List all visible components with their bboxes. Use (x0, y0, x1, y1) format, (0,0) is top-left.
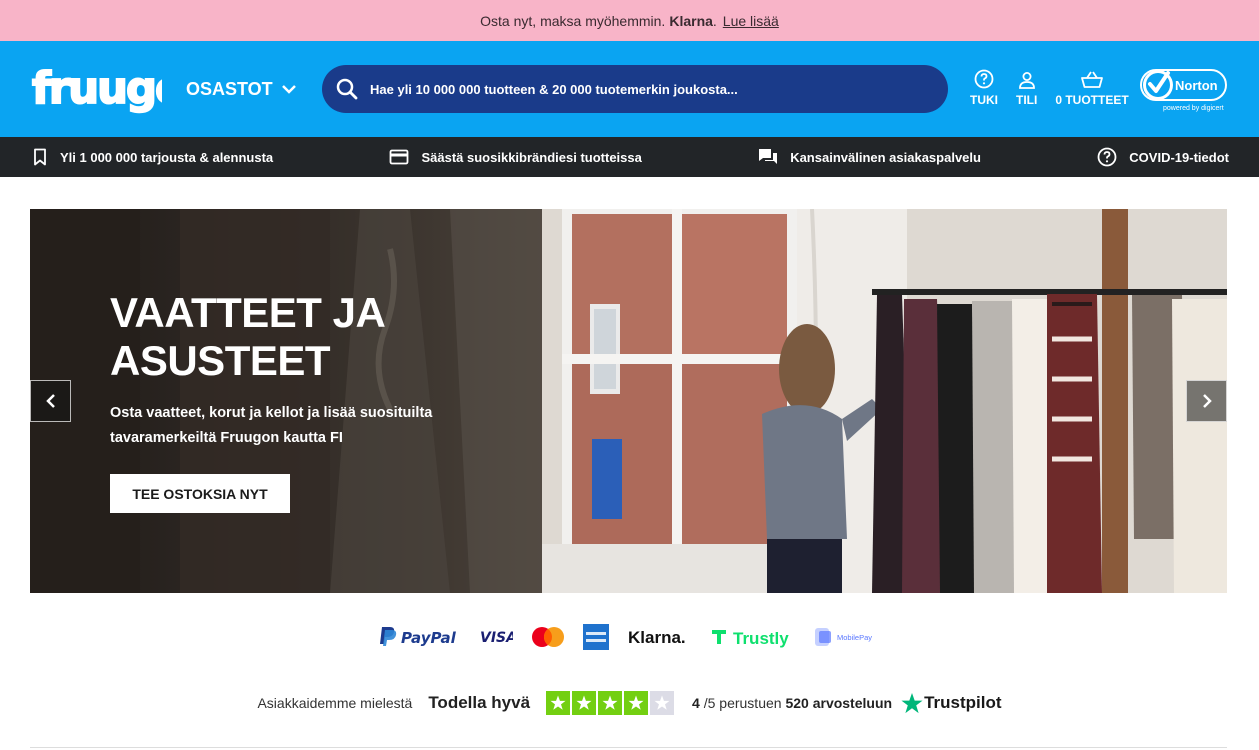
feature-brands[interactable]: Säästä suosikkibrändiesi tuotteissa (389, 149, 642, 165)
search-bar[interactable] (322, 65, 948, 113)
hero-image (542, 209, 1227, 593)
amex-logo (582, 624, 609, 650)
norton-tagline: powered by digicert (1163, 105, 1224, 112)
search-icon[interactable] (336, 78, 358, 100)
norton-name: Norton (1175, 78, 1218, 93)
feature-support-label: Kansainvälinen asiakaspalvelu (790, 149, 981, 165)
basket-label: 0 TUOTTEET (1055, 93, 1129, 107)
promo-text: Osta nyt, maksa myöhemmin. (480, 12, 666, 29)
user-icon (1018, 72, 1035, 89)
feature-covid[interactable]: COVID-19-tiedot (1097, 147, 1229, 167)
trustpilot-score-text: 4 /5 perustuen 520 arvosteluun (692, 695, 892, 711)
trustpilot-score-suffix: /5 perustuen (703, 695, 782, 711)
chevron-right-icon (1202, 394, 1212, 408)
mastercard-logo (531, 626, 565, 648)
fruugo-logo-icon: fruugo (31, 63, 162, 115)
support-label: TUKI (970, 93, 998, 107)
klarna-text: Klarna. (628, 628, 686, 647)
trustpilot-score: 4 (692, 695, 700, 711)
paypal-icon: PayPal (379, 627, 457, 647)
fruugo-logo[interactable]: fruugo (30, 57, 162, 121)
trustpilot-star-icon (901, 692, 923, 713)
trustly-icon: Trustly (711, 629, 789, 648)
mobilepay-text: MobilePay (837, 633, 872, 642)
chat-icon (759, 149, 778, 164)
klarna-icon: Klarna. (628, 628, 686, 647)
norton-logo-icon: Norton powered by digicert (1140, 69, 1227, 112)
visa-logo: VISA (479, 627, 513, 647)
trustpilot-star (572, 691, 597, 715)
trustly-logo: Trustly (711, 626, 795, 648)
basket-link[interactable]: 0 TUOTTEET (1055, 67, 1129, 107)
bookmark-icon (34, 148, 46, 166)
hero-title-line1: VAATTEET JA (110, 289, 386, 336)
paypal-text: PayPal (401, 629, 457, 647)
search-input[interactable] (370, 81, 948, 97)
hero-subtitle: Osta vaatteet, korut ja kellot ja lisää … (110, 405, 433, 446)
trustpilot-rating-word: Todella hyvä (428, 693, 531, 712)
carousel-prev-button[interactable] (30, 380, 71, 422)
trustpilot-review-suffix: arvosteluun (812, 695, 893, 711)
trustly-text: Trustly (733, 629, 789, 648)
visa-icon: VISA (480, 630, 513, 646)
amex-icon (582, 624, 609, 650)
feature-deals-label: Yli 1 000 000 tarjousta & alennusta (60, 149, 274, 165)
trustpilot-star (598, 691, 623, 715)
chevron-left-icon (45, 394, 55, 408)
card-icon (390, 149, 409, 165)
hero-title-line2: ASUSTEET (110, 337, 331, 384)
account-label: TILI (1016, 93, 1038, 107)
trustpilot-star (624, 691, 649, 715)
mastercard-icon (531, 627, 564, 647)
basket-icon (1081, 71, 1103, 88)
mobilepay-logo: MobilePay (813, 625, 881, 649)
promo-brand: Klarna (669, 12, 713, 29)
section-divider (30, 747, 1227, 748)
trustpilot-lead: Asiakkaidemme mielestä (257, 695, 413, 711)
visa-text: VISA (480, 630, 513, 646)
departments-menu[interactable]: OSASTOT (186, 79, 297, 100)
hero-text-panel: VAATTEET JA ASUSTEET Osta vaatteet, koru… (30, 209, 542, 593)
feature-brands-label: Säästä suosikkibrändiesi tuotteissa (421, 149, 642, 165)
hero-title: VAATTEET JA ASUSTEET (110, 289, 386, 385)
support-link[interactable]: TUKI (970, 67, 998, 107)
logo-text: fruugo (32, 64, 162, 114)
klarna-logo: Klarna. (627, 626, 693, 648)
promo-period: . (712, 12, 717, 29)
feature-deals[interactable]: Yli 1 000 000 tarjousta & alennusta (32, 148, 273, 166)
promo-learn-more-link[interactable]: Lue lisää (723, 13, 779, 29)
hero-banner: VAATTEET JA ASUSTEET Osta vaatteet, koru… (30, 209, 1227, 593)
mobilepay-icon: MobilePay (814, 628, 872, 646)
trustpilot-logo[interactable]: Trustpilot (900, 692, 1002, 715)
feature-covid-label: COVID-19-tiedot (1129, 149, 1229, 165)
norton-badge[interactable]: Norton powered by digicert (1140, 65, 1228, 113)
trustpilot-review-count: 520 (785, 695, 809, 711)
trustpilot-star (546, 691, 571, 715)
help-circle-icon (1097, 147, 1117, 167)
site-header: fruugo OSASTOT TUKI TILI 0 TUOTTEET Nort… (0, 41, 1259, 137)
hero-shop-now-button[interactable]: TEE OSTOKSIA NYT (110, 474, 290, 513)
paypal-logo: PayPal (379, 625, 461, 649)
payment-methods: PayPal VISA Klarna. Trustly (0, 620, 1259, 654)
header-actions: TUKI TILI 0 TUOTTEET (970, 67, 1147, 107)
help-circle-icon (974, 69, 994, 89)
trustpilot-summary[interactable]: Asiakkaidemme mielestä Todella hyvä 4 /5… (0, 688, 1259, 718)
departments-label: OSASTOT (186, 78, 273, 99)
clothing-store-photo (542, 209, 1227, 593)
feature-support[interactable]: Kansainvälinen asiakaspalvelu (758, 148, 981, 166)
carousel-next-button[interactable] (1186, 380, 1227, 422)
trustpilot-stars (546, 691, 676, 715)
trustpilot-brand: Trustpilot (924, 693, 1002, 712)
promo-bar: Osta nyt, maksa myöhemmin. Klarna. Lue l… (0, 0, 1259, 41)
chevron-down-icon (281, 85, 296, 94)
trustpilot-star (650, 691, 675, 715)
account-link[interactable]: TILI (1016, 67, 1037, 107)
features-bar: Yli 1 000 000 tarjousta & alennusta Sääs… (0, 137, 1259, 177)
